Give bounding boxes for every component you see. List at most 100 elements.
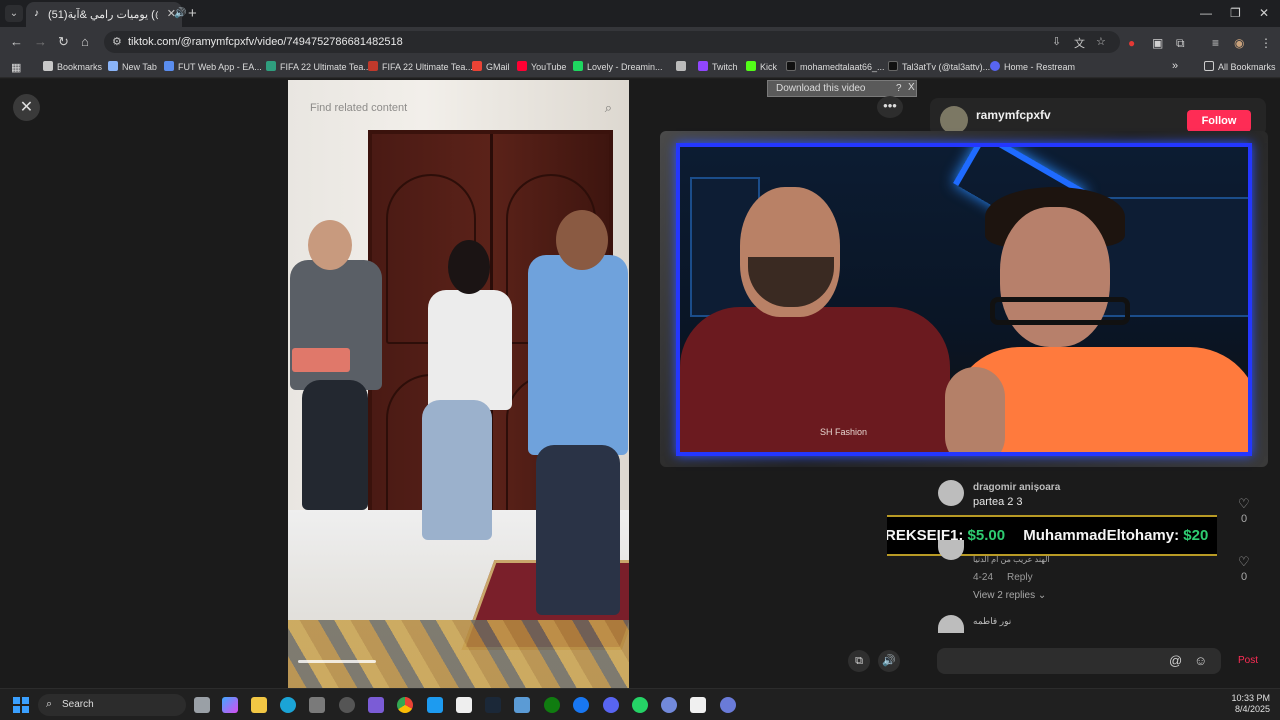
extension-red-icon[interactable]: ● (1128, 36, 1135, 50)
bookmark-label: Lovely - Dreamin... (587, 62, 663, 72)
copilot-icon[interactable] (222, 697, 238, 713)
media-queue-icon[interactable]: ≡ (1212, 36, 1219, 50)
app-icon[interactable] (368, 697, 384, 713)
bookmark-item[interactable]: Lovely - Dreamin... (573, 61, 663, 72)
comment-user[interactable]: نور فاطمه (973, 616, 1011, 627)
xbox-icon[interactable] (544, 697, 560, 713)
close-video-button[interactable]: ✕ (13, 94, 40, 121)
search-icon[interactable]: ⌕ (605, 100, 612, 116)
tab-search-button[interactable]: ⌄ (5, 5, 23, 22)
site-info-icon[interactable]: ⚙ (112, 35, 122, 48)
taskbar-search[interactable]: ⌕ Search (38, 694, 186, 716)
twitter-icon[interactable] (427, 697, 443, 713)
address-bar[interactable]: ⚙ tiktok.com/@ramymfcpxfv/video/74947527… (104, 31, 1120, 53)
related-search[interactable]: Find related content ⌕ (310, 100, 620, 118)
pip-button[interactable]: ⧉ (848, 650, 870, 672)
bookmark-item[interactable]: FIFA 22 Ultimate Tea... (368, 61, 473, 72)
fifa-icon (368, 61, 378, 71)
store-icon[interactable] (309, 697, 325, 713)
video-progress-bar[interactable] (298, 660, 376, 663)
bookmark-item[interactable]: Home - Restream (990, 61, 1075, 72)
more-bookmarks-icon[interactable]: » (1172, 60, 1178, 72)
url-text[interactable]: tiktok.com/@ramymfcpxfv/video/7494752786… (128, 36, 403, 48)
search-icon: ⌕ (46, 698, 53, 710)
bookmark-item[interactable]: GMail (472, 61, 510, 72)
install-icon[interactable]: ⇩ (1052, 35, 1061, 48)
close-tab-icon[interactable]: ✕ (167, 7, 176, 20)
bookmark-item[interactable]: FUT Web App - EA... (164, 61, 262, 72)
system-clock[interactable]: 10:33 PM 8/4/2025 (1224, 693, 1270, 715)
bookmark-label: FUT Web App - EA... (178, 62, 262, 72)
tiktok-icon (888, 61, 898, 71)
view-replies-button[interactable]: View 2 replies ⌄ (973, 590, 1046, 601)
app-icon[interactable] (514, 697, 530, 713)
help-icon[interactable]: ? (896, 83, 902, 94)
new-tab-button[interactable]: + (188, 5, 197, 22)
video-player[interactable] (288, 80, 629, 688)
bookmark-item[interactable]: Kick (746, 61, 777, 72)
menu-icon[interactable]: ⋮ (1260, 36, 1272, 50)
bookmark-item[interactable] (676, 61, 690, 72)
translate-icon[interactable]: 文 (1074, 35, 1085, 51)
file-explorer-icon[interactable] (251, 697, 267, 713)
app-icon[interactable] (339, 697, 355, 713)
navigation-bar: ← → ↻ ⌂ ⚙ tiktok.com/@ramymfcpxfv/video/… (0, 27, 1280, 57)
restore-icon[interactable]: ❐ (1230, 6, 1241, 20)
comment-input[interactable]: @ ☺ (937, 648, 1221, 674)
reload-icon[interactable]: ↻ (58, 34, 69, 50)
volume-button[interactable]: 🔊 (878, 650, 900, 672)
start-button[interactable] (13, 697, 29, 713)
notion-icon[interactable] (456, 697, 472, 713)
bookmark-item[interactable]: mohamedtalaat66_... (786, 61, 885, 72)
bookmark-label: Twitch (712, 62, 738, 72)
discord-icon[interactable] (603, 697, 619, 713)
bookmark-item[interactable]: New Tab (108, 61, 157, 72)
emoji-icon[interactable]: ☺ (1194, 653, 1207, 668)
download-video-label[interactable]: Download this video (776, 83, 866, 94)
apps-icon[interactable]: ▦ (11, 61, 21, 74)
close-icon[interactable]: X (908, 82, 915, 93)
whatsapp-icon[interactable] (632, 697, 648, 713)
tab-title: (51)يوميات رامي &آية (@ramymfcpxfv (48, 9, 158, 21)
author-avatar[interactable] (940, 106, 968, 134)
chrome-icon[interactable] (397, 697, 413, 713)
follow-button[interactable]: Follow (1187, 110, 1251, 132)
bookmark-star-icon[interactable]: ☆ (1096, 35, 1106, 48)
forward-icon[interactable]: → (34, 34, 47, 49)
person-left-head (308, 220, 352, 270)
facebook-icon[interactable] (573, 697, 589, 713)
app-icon[interactable] (661, 697, 677, 713)
comment-user[interactable]: dragomir anișoara (973, 482, 1060, 493)
bookmark-item[interactable]: FIFA 22 Ultimate Tea... (266, 61, 371, 72)
reply-button[interactable]: Reply (1007, 572, 1033, 583)
steam-icon[interactable] (485, 697, 501, 713)
bookmark-item[interactable]: Twitch (698, 61, 738, 72)
post-button[interactable]: Post (1238, 655, 1258, 666)
person-middle-head (448, 240, 490, 294)
task-view-icon[interactable] (194, 697, 210, 713)
home-icon[interactable]: ⌂ (81, 34, 89, 49)
bookmark-item[interactable]: Tal3atTv (@tal3attv)... (888, 61, 990, 72)
window-close-icon[interactable]: ✕ (1259, 6, 1269, 20)
bookmark-item[interactable]: Bookmarks (43, 61, 102, 72)
extension-icon[interactable]: ▣ (1152, 36, 1163, 50)
extensions-puzzle-icon[interactable]: ⧉ (1176, 36, 1185, 51)
minimize-icon[interactable]: — (1200, 6, 1212, 20)
mention-icon[interactable]: @ (1169, 653, 1182, 668)
author-name[interactable]: ramymfcpxfv (976, 108, 1051, 122)
back-icon[interactable]: ← (10, 34, 23, 49)
bookmark-item[interactable]: YouTube (517, 61, 566, 72)
commenter-avatar[interactable] (938, 480, 964, 506)
like-icon[interactable]: ♡ (1238, 496, 1250, 512)
more-options-icon[interactable]: ••• (877, 96, 903, 118)
capcut-icon[interactable] (690, 697, 706, 713)
like-icon[interactable]: ♡ (1238, 554, 1250, 570)
all-bookmarks-button[interactable]: All Bookmarks (1204, 61, 1276, 72)
fifa-icon (266, 61, 276, 71)
profile-avatar[interactable]: ◉ (1234, 36, 1244, 50)
edge-icon[interactable] (280, 697, 296, 713)
bookmark-label: GMail (486, 62, 510, 72)
download-video-bar[interactable]: Download this video ? X (767, 80, 917, 97)
tab-active[interactable]: ♪ (51)يوميات رامي &آية (@ramymfcpxfv 🔊 ✕ (26, 2, 186, 27)
app-icon[interactable] (720, 697, 736, 713)
